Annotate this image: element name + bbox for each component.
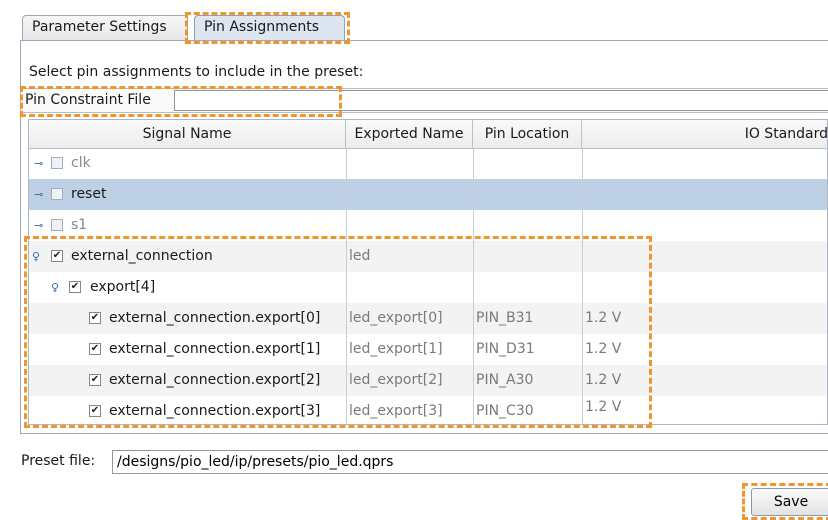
leaf-node-icon: ⊸	[34, 219, 44, 232]
table-row[interactable]: ✔ external_connection.export[2] led_expo…	[29, 365, 827, 396]
table-row[interactable]: ✔ external_connection.export[1] led_expo…	[29, 334, 827, 365]
tab-parameter-settings[interactable]: Parameter Settings	[22, 15, 188, 41]
table-row[interactable]: ⊸ clk	[29, 148, 827, 179]
table-row[interactable]: ⊸ reset	[29, 179, 827, 210]
signal-name: s1	[71, 217, 88, 233]
table-row[interactable]: ♀ ✔ external_connection led	[29, 241, 827, 272]
signal-name: external_connection.export[1]	[109, 341, 321, 357]
exported-name: led_export[1]	[349, 341, 443, 357]
row-checkbox-checked[interactable]: ✔	[89, 343, 101, 355]
io-standard: 1.2 V	[585, 310, 622, 326]
col-io-standard[interactable]: IO Standard	[582, 120, 827, 148]
io-standard: 1.2 V	[585, 399, 622, 415]
leaf-node-icon: ⊸	[34, 188, 44, 201]
col-signal-name[interactable]: Signal Name	[29, 120, 346, 148]
row-checkbox-checked[interactable]: ✔	[69, 281, 81, 293]
column-divider	[346, 148, 347, 424]
table-row[interactable]: ✔ external_connection.export[0] led_expo…	[29, 303, 827, 334]
instructions-text: Select pin assignments to include in the…	[29, 64, 364, 80]
signal-name: external_connection	[71, 248, 213, 264]
expanded-node-icon[interactable]: ♀	[32, 251, 40, 262]
signal-name: external_connection.export[3]	[109, 403, 321, 419]
row-checkbox-checked[interactable]: ✔	[51, 250, 63, 262]
signal-name: export[4]	[90, 279, 156, 295]
col-pin-location[interactable]: Pin Location	[473, 120, 582, 148]
pin-assignment-table: Signal Name Exported Name Pin Location I…	[28, 119, 828, 425]
exported-name: led	[349, 248, 371, 264]
io-standard: 1.2 V	[585, 341, 622, 357]
table-header: Signal Name Exported Name Pin Location I…	[29, 120, 827, 149]
exported-name: led_export[2]	[349, 372, 443, 388]
pin-constraint-label: Pin Constraint File	[25, 92, 151, 108]
pin-location: PIN_C30	[476, 403, 534, 419]
exported-name: led_export[3]	[349, 403, 443, 419]
tab-pin-assignments[interactable]: Pin Assignments	[194, 15, 345, 41]
column-divider	[473, 148, 474, 424]
row-checkbox[interactable]	[51, 219, 63, 231]
column-divider	[582, 148, 583, 424]
row-checkbox[interactable]	[51, 188, 63, 200]
row-checkbox-checked[interactable]: ✔	[89, 374, 101, 386]
row-checkbox-checked[interactable]: ✔	[89, 405, 101, 417]
table-row[interactable]: ✔ external_connection.export[3] led_expo…	[29, 396, 827, 424]
preset-file-label: Preset file:	[21, 453, 96, 469]
expanded-node-icon[interactable]: ♀	[51, 282, 59, 293]
preset-file-input[interactable]	[112, 450, 828, 474]
table-row[interactable]: ♀ ✔ export[4]	[29, 272, 827, 303]
pin-location: PIN_A30	[476, 372, 534, 388]
table-row[interactable]: ⊸ s1	[29, 210, 827, 241]
signal-name: reset	[71, 186, 107, 202]
pin-location: PIN_D31	[476, 341, 535, 357]
signal-name: external_connection.export[2]	[109, 372, 321, 388]
pin-constraint-input[interactable]	[174, 90, 828, 111]
signal-name: external_connection.export[0]	[109, 310, 321, 326]
pin-location: PIN_B31	[476, 310, 534, 326]
exported-name: led_export[0]	[349, 310, 443, 326]
save-button[interactable]: Save	[751, 488, 828, 516]
signal-name: clk	[71, 155, 91, 171]
row-checkbox-checked[interactable]: ✔	[89, 312, 101, 324]
leaf-node-icon: ⊸	[34, 157, 44, 170]
row-checkbox[interactable]	[51, 157, 63, 169]
col-exported-name[interactable]: Exported Name	[346, 120, 473, 148]
